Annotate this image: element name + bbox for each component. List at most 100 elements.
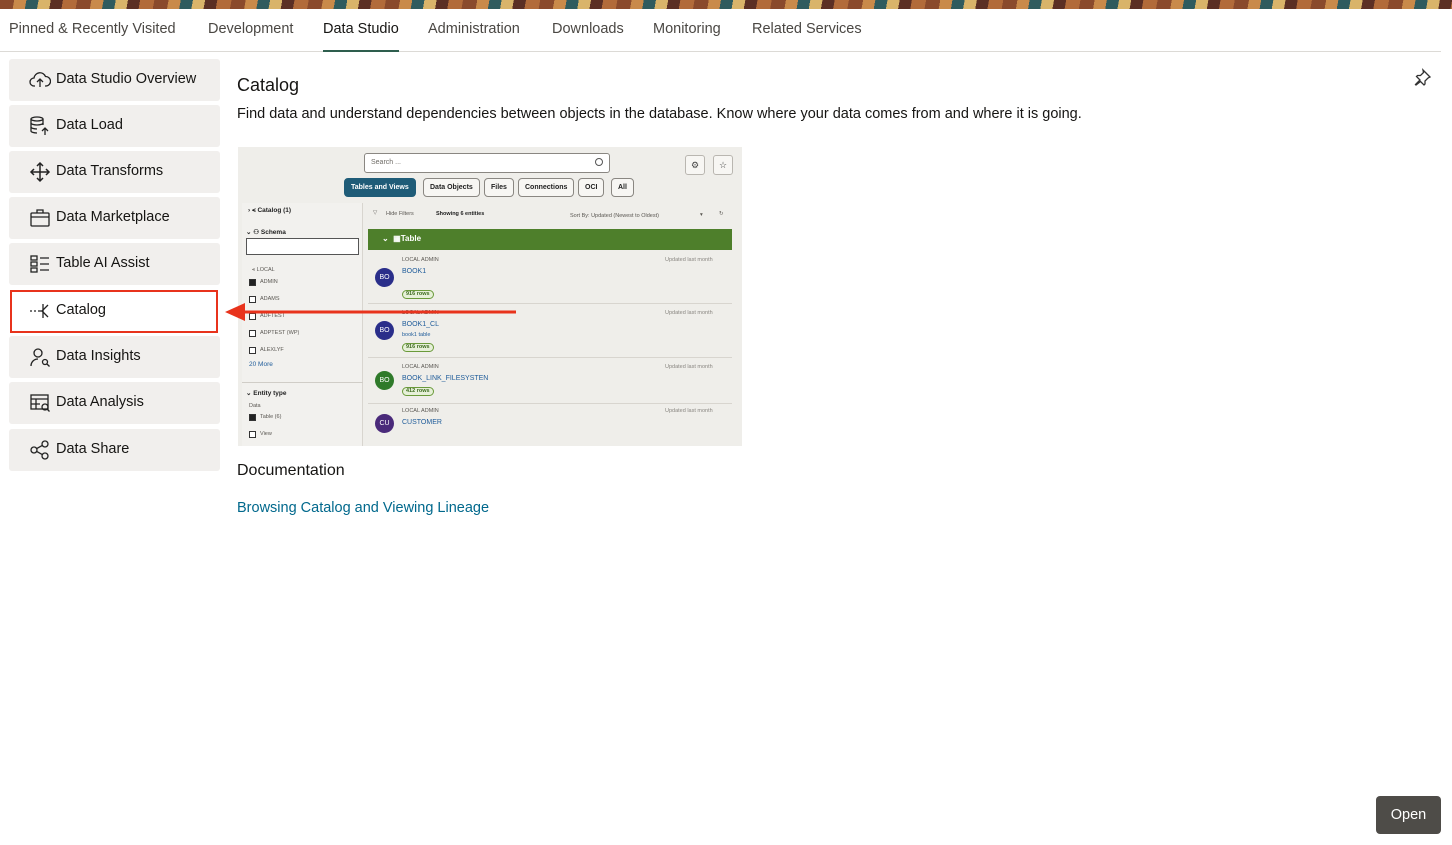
sidebar-item-data-marketplace[interactable]: Data Marketplace [9,197,220,239]
preview-row-meta: LOCAL ADMIN [402,408,439,414]
checkbox-icon [249,313,256,320]
sidebar-item-label: Catalog [56,302,106,318]
preview-row-count: 412 rows [402,387,434,396]
cloud-upload-icon [29,69,52,91]
preview-entity-view: View [260,431,272,437]
page-description: Find data and understand dependencies be… [237,106,1082,122]
preview-chip: OCI [578,178,605,197]
preview-hide-filters: Hide Filters [386,211,414,217]
checkbox-icon [249,279,256,286]
search-icon [595,158,603,166]
tab-monitoring[interactable]: Monitoring [653,20,721,52]
sidebar-item-label: Data Analysis [56,394,144,410]
gear-icon: ⚙ [685,155,705,175]
checkbox-icon [249,414,256,421]
preview-data-label: Data [249,403,261,409]
page-title: Catalog [237,75,300,95]
preview-chip: Connections [518,178,575,197]
preview-entity-type-text: Entity type [253,390,287,397]
share-nodes-icon [29,439,51,461]
sidebar-item-label: Data Marketplace [56,209,170,225]
tab-downloads[interactable]: Downloads [552,20,624,52]
tab-data-studio[interactable]: Data Studio [323,20,399,52]
pin-icon[interactable] [1412,68,1432,88]
database-upload-icon [29,115,51,137]
documentation-link[interactable]: Browsing Catalog and Viewing Lineage [237,500,489,516]
sidebar-item-label: Data Studio Overview [56,71,197,87]
preview-catalog-label: › ⪪ Catalog (1) [248,207,292,214]
sidebar-item-data-transforms[interactable]: Data Transforms [9,151,220,193]
preview-row-meta: LOCAL ADMIN [402,310,439,316]
preview-schema-name: ADFTEST [260,313,286,319]
catalog-lineage-icon [29,300,51,322]
tab-pinned-recently-visited[interactable]: Pinned & Recently Visited [9,20,176,52]
preview-row-updated: Updated last month [665,310,713,316]
preview-catalog-text: Catalog (1) [257,207,292,214]
preview-row-name: BOOK1 [402,268,427,275]
avatar: BO [375,371,394,390]
sidebar-item-data-insights[interactable]: Data Insights [9,336,220,378]
checkbox-icon [249,431,256,438]
preview-row-updated: Updated last month [665,257,713,263]
sidebar-item-data-analysis[interactable]: Data Analysis [9,382,220,424]
tab-related-services[interactable]: Related Services [752,20,862,52]
refresh-icon: ↻ [719,211,724,217]
sidebar-item-label: Data Share [56,441,130,457]
preview-chip: Tables and Views [344,178,416,197]
preview-table-header-text: Table [400,234,422,243]
preview-row-meta: LOCAL ADMIN [402,364,439,370]
preview-schema-name: ALEXLYF [260,347,284,353]
preview-divider [242,382,363,383]
preview-chip: All [611,178,634,197]
preview-row-meta: LOCAL ADMIN [402,257,439,263]
open-button[interactable]: Open [1376,796,1441,834]
preview-schema-name: ADMIN [260,279,278,285]
tab-development[interactable]: Development [208,20,293,52]
preview-search-placeholder: Search ... [371,159,401,166]
checkbox-icon [249,347,256,354]
sidebar-item-catalog[interactable]: Catalog [9,290,220,332]
preview-more-link: 20 More [249,361,273,368]
preview-search-input: Search ... [364,153,610,173]
sidebar-item-label: Data Load [56,117,123,133]
move-arrows-icon [29,161,51,183]
person-search-icon [29,346,51,368]
avatar: CU [375,414,394,433]
briefcase-icon [29,207,51,229]
preview-row-updated: Updated last month [665,364,713,370]
sidebar-item-label: Data Transforms [56,163,164,179]
sidebar-item-data-load[interactable]: Data Load [9,105,220,147]
avatar: BO [375,321,394,340]
preview-row-count: 916 rows [402,290,434,299]
preview-schema-name: ADPTEST (WP) [260,330,300,336]
sidebar-item-label: Table AI Assist [56,255,150,271]
preview-showing: Showing 6 entities [436,211,485,217]
table-search-icon [29,392,51,414]
avatar: BO [375,268,394,287]
preview-chip: Files [484,178,514,197]
documentation-title: Documentation [237,462,345,479]
preview-schema-label: ⌄ ⚇ Schema [246,229,286,236]
table-list-icon [29,253,51,275]
preview-schema-text: Schema [260,229,286,236]
catalog-preview-image: Search ... ⚙ ☆ Tables and Views Data Obj… [238,147,742,446]
preview-schema-input [246,238,359,255]
preview-entity-type: ⌄ Entity type [246,390,287,397]
preview-local-text: LOCAL [256,267,275,273]
preview-row-name: CUSTOMER [402,419,442,426]
header-banner [0,0,1452,9]
star-icon: ☆ [713,155,733,175]
preview-sort-by: Sort By: Updated (Newest to Oldest) [570,213,659,219]
preview-schema-name: ADAMS [260,296,280,302]
tab-administration[interactable]: Administration [428,20,520,52]
sidebar-item-data-share[interactable]: Data Share [9,429,220,471]
sidebar-item-table-ai-assist[interactable]: Table AI Assist [9,243,220,285]
preview-chip: Data Objects [423,178,480,197]
preview-local-label: ⪪ LOCAL [252,267,275,273]
preview-row-name: BOOK1_CL [402,321,439,328]
preview-row-updated: Updated last month [665,408,713,414]
preview-row-count: 916 rows [402,343,434,352]
preview-row-sub: book1 table [402,332,431,338]
sidebar-item-label: Data Insights [56,348,141,364]
sidebar-item-data-studio-overview[interactable]: Data Studio Overview [9,59,220,101]
